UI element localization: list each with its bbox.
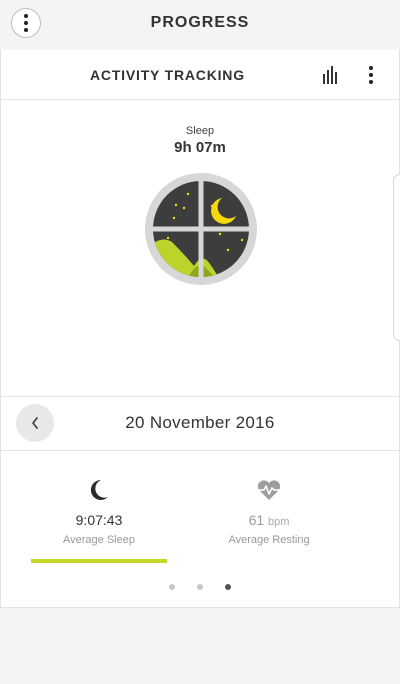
- moon-icon: [90, 479, 108, 500]
- activity-card: ACTIVITY TRACKING Sleep 9h 07m 20 Novemb…: [0, 50, 400, 608]
- card-title: ACTIVITY TRACKING: [90, 67, 245, 83]
- average-sleep-value: 9:07:43: [75, 512, 123, 528]
- average-resting-value: 61 bpm: [199, 512, 339, 528]
- more-options-button[interactable]: [363, 64, 379, 86]
- top-bar: PROGRESS: [0, 0, 400, 50]
- selected-stat-indicator: [31, 559, 167, 563]
- average-sleep-stat[interactable]: 9:07:43 Average Sleep: [29, 478, 169, 546]
- sleep-label: Sleep: [185, 125, 215, 137]
- bar-chart-icon[interactable]: [323, 66, 339, 84]
- average-sleep-caption: Average Sleep: [63, 534, 135, 546]
- average-resting-stat[interactable]: 61 bpm Average Resting: [199, 478, 339, 546]
- next-card-edge[interactable]: [393, 174, 400, 341]
- heart-rate-icon: [257, 480, 281, 500]
- page-title: PROGRESS: [150, 14, 250, 31]
- page-dot-2[interactable]: [197, 584, 203, 590]
- page-dot-3-active[interactable]: [225, 584, 231, 590]
- current-date: 20 November 2016: [125, 413, 275, 432]
- resting-bpm-number: 61: [248, 512, 265, 528]
- page-dot-1[interactable]: [169, 584, 175, 590]
- resting-bpm-unit: bpm: [268, 516, 290, 528]
- sleep-duration: 9h 07m: [174, 139, 226, 156]
- date-navigator: 20 November 2016: [1, 396, 399, 451]
- card-header: ACTIVITY TRACKING: [1, 50, 399, 100]
- page-indicator: [1, 584, 399, 590]
- more-vertical-icon: [369, 66, 373, 84]
- average-resting-caption: Average Resting: [228, 534, 310, 546]
- night-window-icon: [145, 173, 257, 285]
